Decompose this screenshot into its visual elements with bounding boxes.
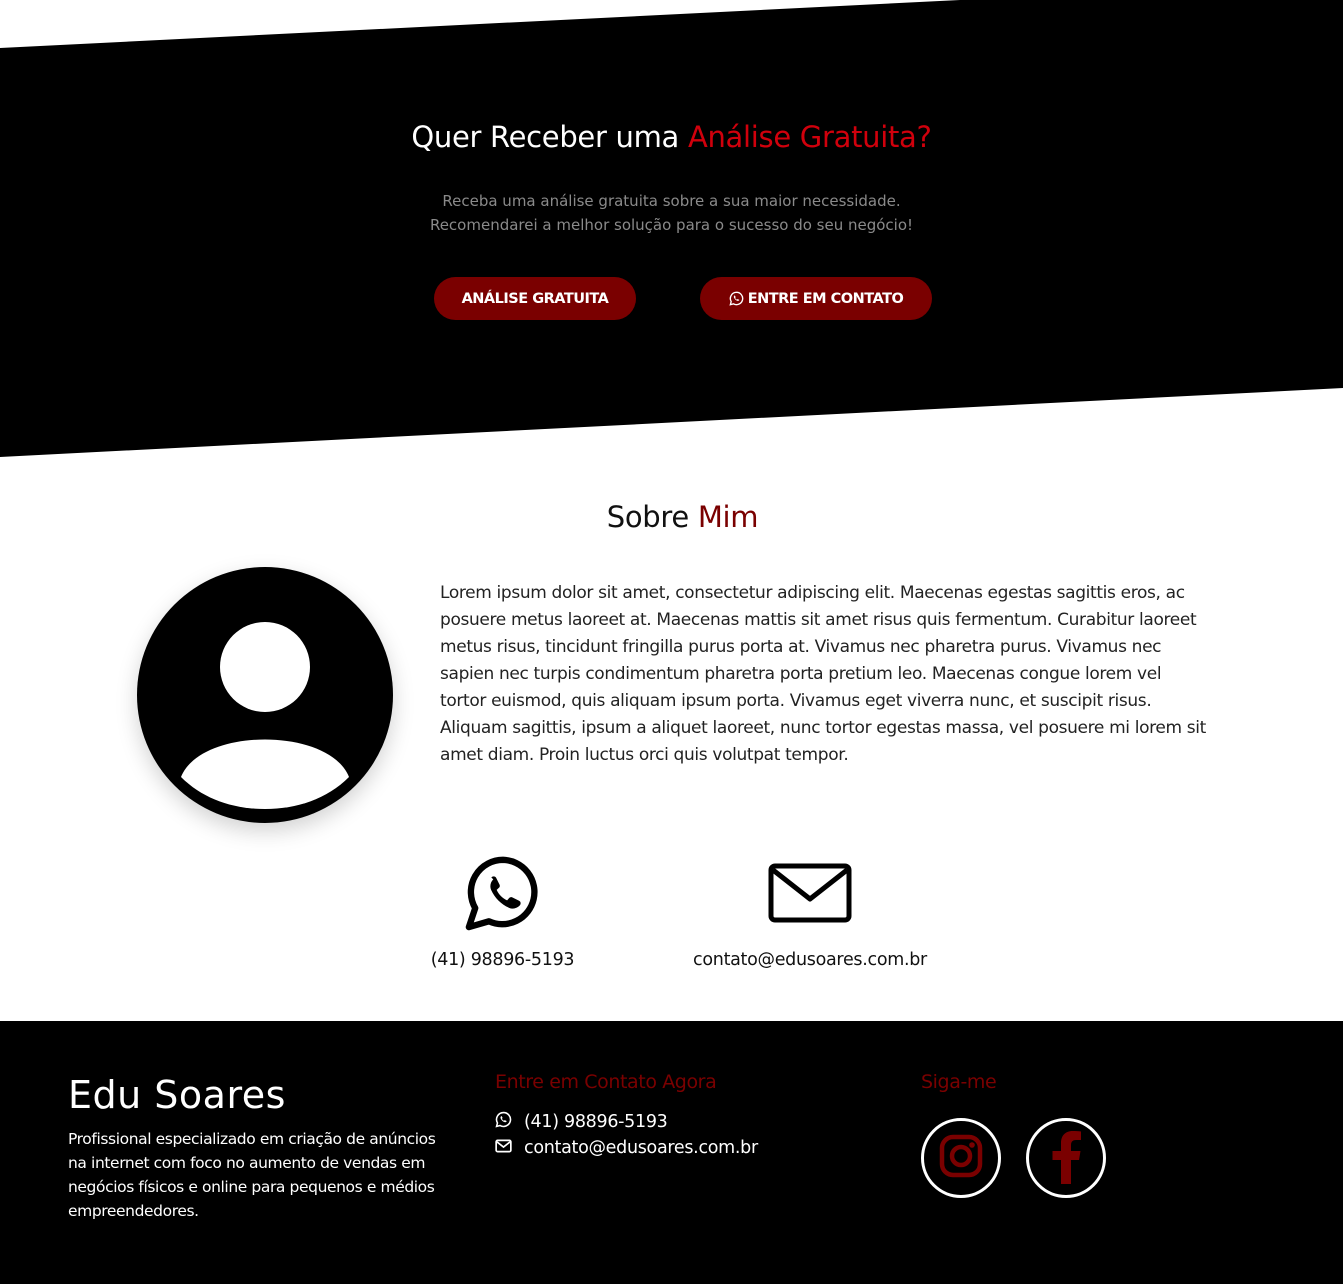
entre-em-contato-button[interactable]: ENTRE EM CONTATO [700, 277, 932, 320]
whatsapp-icon [729, 291, 744, 306]
user-avatar-icon [137, 567, 393, 823]
analise-gratuita-button-label: ANÁLISE GRATUITA [461, 290, 609, 307]
about-title-accent: Mim [697, 500, 759, 534]
about-email: contato@edusoares.com.br [693, 950, 927, 970]
whatsapp-icon [495, 1111, 512, 1133]
hero-title: Quer Receber uma Análise Gratuita? [0, 120, 1343, 154]
about-title-main: Sobre [606, 500, 698, 534]
entre-em-contato-button-label: ENTRE EM CONTATO [747, 290, 904, 307]
envelope-icon[interactable] [660, 853, 960, 933]
footer: Edu Soares Profissional especializado em… [0, 1021, 1343, 1284]
about-phone: (41) 98896-5193 [430, 950, 575, 970]
footer-contact-title: Entre em Contato Agora [495, 1071, 717, 1093]
footer-phone-link[interactable]: (41) 98896-5193 [495, 1111, 668, 1133]
instagram-icon [939, 1134, 983, 1183]
about-paragraph: Lorem ipsum dolor sit amet, consectetur … [440, 583, 1206, 765]
facebook-icon [1046, 1128, 1086, 1189]
envelope-icon [495, 1138, 512, 1158]
hero-subtitle-line1: Receba uma análise gratuita sobre a sua … [442, 192, 901, 210]
footer-description: Profissional especializado em criação de… [68, 1130, 436, 1220]
footer-email: contato@edusoares.com.br [524, 1138, 758, 1158]
footer-social-title: Siga-me [921, 1071, 997, 1093]
footer-brand: Edu Soares [68, 1073, 286, 1117]
hero-title-accent: Análise Gratuita? [687, 120, 932, 154]
whatsapp-icon[interactable] [400, 853, 605, 933]
hero-title-main: Quer Receber uma [411, 120, 688, 154]
analise-gratuita-button[interactable]: ANÁLISE GRATUITA [434, 277, 636, 320]
about-phone-block: (41) 98896-5193 [400, 853, 605, 970]
about-email-block: contato@edusoares.com.br [660, 853, 960, 970]
footer-email-link[interactable]: contato@edusoares.com.br [495, 1138, 758, 1158]
instagram-link[interactable] [921, 1118, 1001, 1198]
about-title: Sobre Mim [0, 500, 1343, 534]
hero-subtitle-line2: Recomendarei a melhor solução para o suc… [429, 216, 914, 234]
hero-subtitle: Receba uma análise gratuita sobre a sua … [0, 189, 1343, 237]
facebook-link[interactable] [1026, 1118, 1106, 1198]
footer-phone: (41) 98896-5193 [524, 1112, 668, 1132]
